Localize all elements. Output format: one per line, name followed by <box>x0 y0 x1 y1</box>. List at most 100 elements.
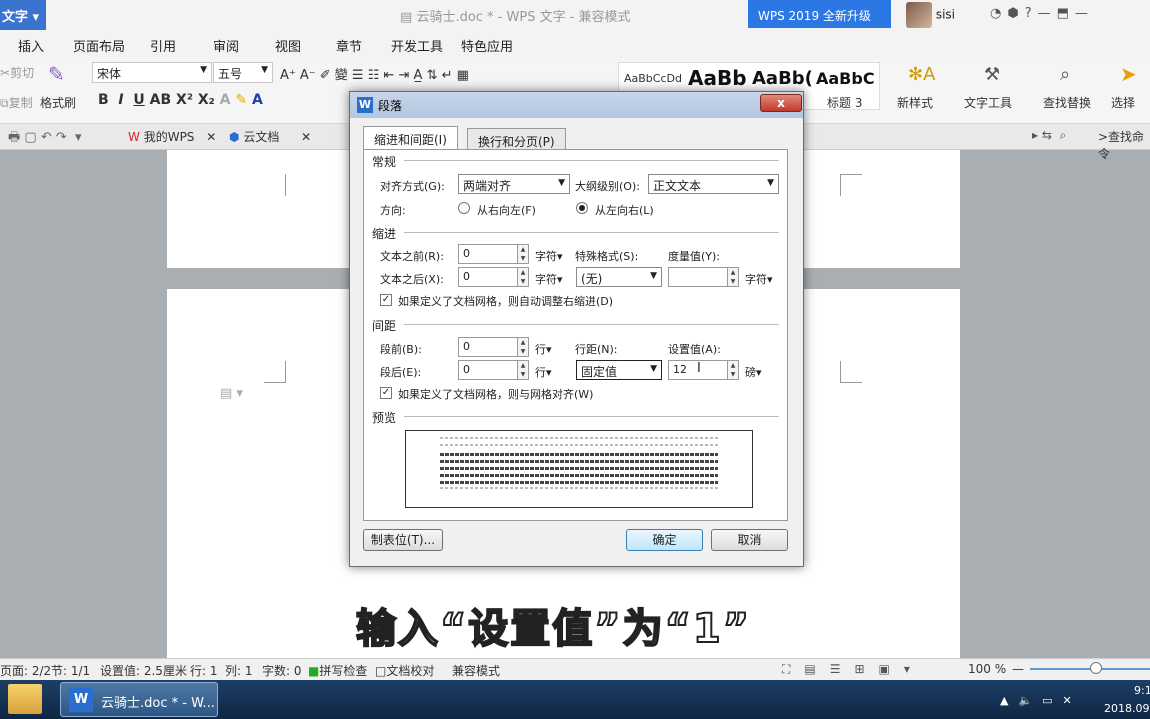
menu-developer[interactable]: 开发工具 <box>391 36 443 55</box>
style-normal[interactable]: AaBbCcDd <box>624 72 682 85</box>
tab-my-wps-label: 我的WPS <box>143 130 195 144</box>
special-select[interactable]: (无) ▼ <box>576 267 662 287</box>
setting-input[interactable]: 12 I <box>668 360 728 380</box>
app-menu-button[interactable]: 文字 ▾ <box>0 0 46 30</box>
measure-spinner[interactable]: ▲ ▼ <box>727 267 739 287</box>
menu-insert[interactable]: 插入 <box>18 36 44 55</box>
style-heading3-sample[interactable]: AaBbC <box>816 69 875 88</box>
ltr-radio[interactable] <box>576 202 588 214</box>
unit-pt[interactable]: 磅▾ <box>745 364 762 380</box>
zoom-slider-thumb[interactable] <box>1090 662 1102 674</box>
unit-char-label: 字符 <box>535 273 557 286</box>
dialog-title: 段落 <box>378 99 403 113</box>
tabbar-right-icons[interactable]: ▸ ⇆ ⌕ <box>1032 128 1066 143</box>
file-explorer-icon[interactable] <box>8 684 42 714</box>
user-area[interactable]: sisi <box>906 2 955 28</box>
font-select[interactable]: 宋体 ▼ <box>92 62 212 83</box>
menu-view[interactable]: 视图 <box>275 36 301 55</box>
setting-label: 设置值(A): <box>668 343 721 356</box>
close-icon[interactable]: ✕ <box>206 130 216 144</box>
grid-align-checkbox[interactable]: ✓ <box>380 387 392 399</box>
unit-line[interactable]: 行▾ <box>535 364 552 380</box>
tray-date: 2018.09 <box>1104 702 1150 715</box>
tab-line-page-breaks[interactable]: 换行和分页(P) <box>467 128 566 150</box>
tab-my-wps[interactable]: W 我的WPS ✕ <box>128 128 216 145</box>
taskbar-wps-item[interactable]: W 云骑士.doc * - W... <box>60 682 218 717</box>
unit-line[interactable]: 行▾ <box>535 341 552 357</box>
style-heading1[interactable]: AaBb <box>688 66 747 90</box>
before-spinner[interactable]: ▲ ▼ <box>517 337 529 357</box>
titlebar-icons[interactable]: ◔⬢?—⬒— <box>990 6 1094 21</box>
style-heading2[interactable]: AaBb( <box>752 68 813 89</box>
preview-prev-line <box>440 444 718 446</box>
doc-proof-label: 文档校对 <box>386 664 435 678</box>
close-button[interactable]: x <box>760 94 802 112</box>
after-input[interactable]: 0 <box>458 360 518 380</box>
menu-chapter[interactable]: 章节 <box>336 36 362 55</box>
cancel-button[interactable]: 取消 <box>711 529 788 551</box>
preview-current-line <box>440 453 718 456</box>
spell-check[interactable]: ■拼写检查 <box>308 662 367 679</box>
ok-button[interactable]: 确定 <box>626 529 703 551</box>
quick-access-icons[interactable]: 🖶 ▢ ↶ ↷ ▾ <box>8 128 82 150</box>
unit-char[interactable]: 字符▾ <box>535 248 563 264</box>
status-words[interactable]: 字数: 0 <box>262 662 302 679</box>
restore-icon[interactable]: ⬒ <box>1057 6 1075 21</box>
tab-cloud-docs[interactable]: ⬢ 云文档 ✕ <box>229 128 311 145</box>
outline-select[interactable]: 正文文本 ▼ <box>648 174 779 194</box>
find-command[interactable]: >查找命令 <box>1098 128 1150 162</box>
doc-proof[interactable]: □文档校对 <box>375 662 434 679</box>
minimize-icon[interactable]: — <box>1038 6 1057 21</box>
settings-icon[interactable]: ⬢ <box>1007 6 1024 21</box>
text-tools-button[interactable]: 文字工具 <box>964 94 1012 111</box>
paste-options-icon[interactable]: ▤ ▾ <box>220 386 243 401</box>
window-min-icon[interactable]: — <box>1075 6 1094 21</box>
alignment-select[interactable]: 两端对齐 ▼ <box>458 174 570 194</box>
select-button[interactable]: 选择 <box>1111 94 1135 111</box>
status-page[interactable]: 页面: 2/2 <box>0 662 51 679</box>
menu-special[interactable]: 特色应用 <box>461 36 513 55</box>
menu-reference[interactable]: 引用 <box>150 36 176 55</box>
grid-indent-checkbox[interactable]: ✓ <box>380 294 392 306</box>
menu-layout[interactable]: 页面布局 <box>73 36 125 55</box>
setting-value: 12 <box>673 363 687 376</box>
tab-stops-button[interactable]: 制表位(T)... <box>363 529 443 551</box>
font-grow-shrink-icons[interactable]: A⁺ A⁻ ✐ 變 ☰ ☷ ⇤ ⇥ A̲ ⇅ ↵ ▦ <box>280 64 469 83</box>
zoom-out-icon[interactable]: — <box>1012 662 1024 676</box>
setting-spinner[interactable]: ▲ ▼ <box>727 360 739 380</box>
brush-icon[interactable]: ✎ <box>48 62 65 86</box>
view-mode-icons[interactable]: ⛶▤☰⊞▣▾ <box>782 662 924 677</box>
cut-button[interactable]: ✂剪切 <box>0 64 34 81</box>
zoom-level[interactable]: 100 % <box>968 662 1006 676</box>
measure-input[interactable] <box>668 267 728 287</box>
before-text-spinner[interactable]: ▲ ▼ <box>517 244 529 264</box>
after-text-spinner[interactable]: ▲ ▼ <box>517 267 529 287</box>
menu-review[interactable]: 审阅 <box>213 36 239 55</box>
rtl-radio[interactable] <box>458 202 470 214</box>
after-spinner[interactable]: ▲ ▼ <box>517 360 529 380</box>
unit-char[interactable]: 字符▾ <box>745 271 773 287</box>
line-spacing-select[interactable]: 固定值 ▼ <box>576 360 662 380</box>
before-label: 段前(B): <box>380 343 422 356</box>
after-text-label: 文本之后(X): <box>380 273 444 286</box>
after-text-input[interactable]: 0 <box>458 267 518 287</box>
find-replace-button[interactable]: 查找替换 <box>1043 94 1091 111</box>
alignment-value: 两端对齐 <box>463 179 512 193</box>
unit-char[interactable]: 字符▾ <box>535 271 563 287</box>
copy-button[interactable]: ⧉复制 <box>0 94 33 111</box>
skin-icon[interactable]: ◔ <box>990 6 1007 21</box>
tray-icons[interactable]: ▲🔈▭✕ <box>1000 694 1082 707</box>
new-style-button[interactable]: 新样式 <box>897 94 933 111</box>
before-text-input[interactable]: 0 <box>458 244 518 264</box>
status-row: 行: 1 <box>190 664 218 678</box>
spell-check-icon: ■ <box>308 664 320 678</box>
before-input[interactable]: 0 <box>458 337 518 357</box>
size-select[interactable]: 五号 ▼ <box>213 62 273 83</box>
close-icon[interactable]: ✕ <box>301 130 311 144</box>
format-icons[interactable]: B I U AB X² X₂ A ✎ A <box>98 92 263 108</box>
help-icon[interactable]: ? <box>1025 6 1038 21</box>
copy-icon: ⧉ <box>0 96 9 110</box>
format-painter-button[interactable]: 格式刷 <box>40 94 76 111</box>
tab-indent-spacing[interactable]: 缩进和间距(I) <box>363 126 458 150</box>
upgrade-banner[interactable]: WPS 2019 全新升级 <box>748 0 891 28</box>
